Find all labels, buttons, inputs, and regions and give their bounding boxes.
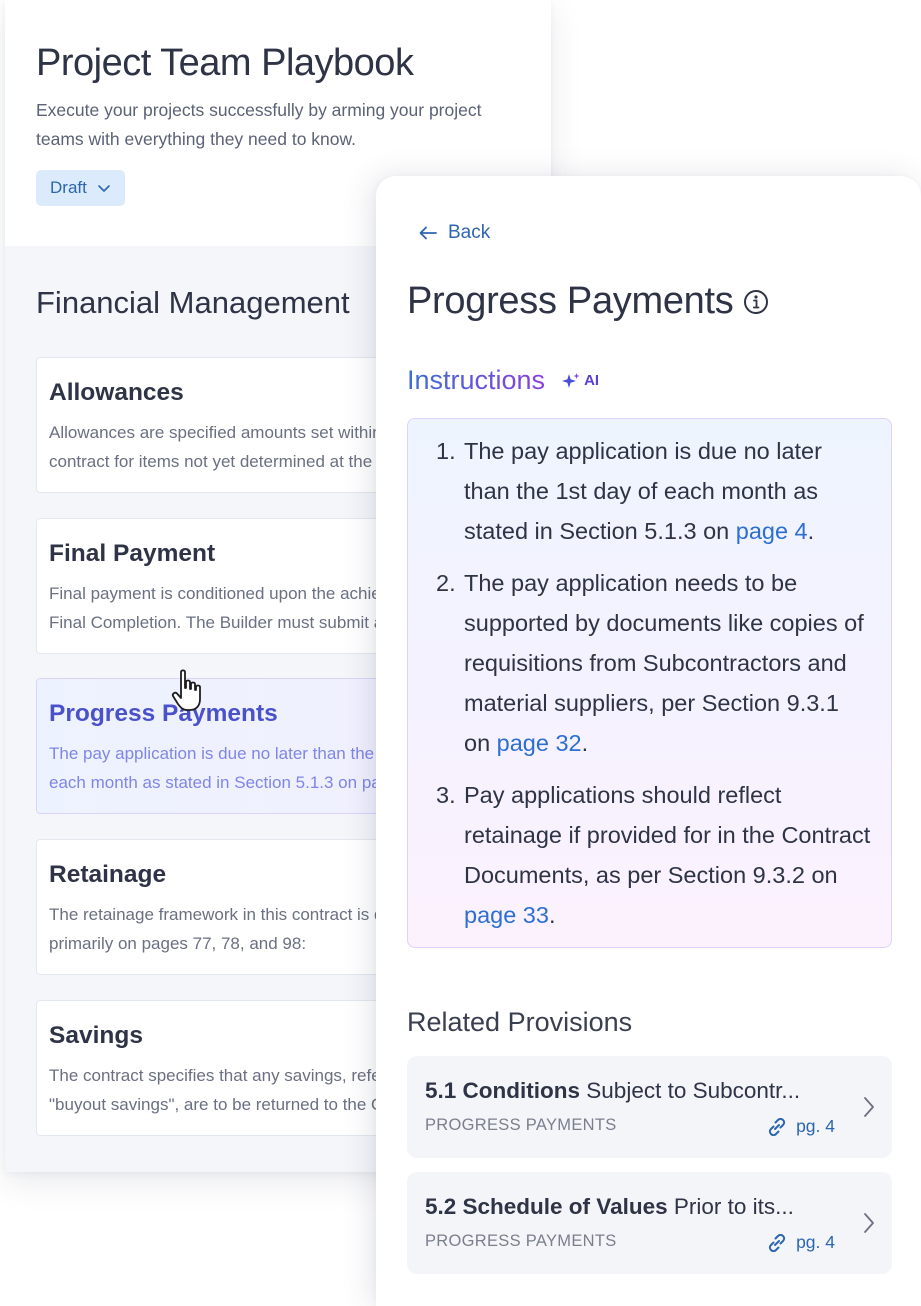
instruction-item: 3. Pay applications should reflect retai…	[436, 775, 871, 935]
instruction-text: The pay application needs to be supporte…	[464, 563, 871, 763]
instruction-body: The pay application needs to be supporte…	[464, 570, 864, 756]
provision-heading-line: 5.2 Schedule of Values Prior to its...	[425, 1192, 874, 1222]
instruction-end: .	[581, 730, 589, 756]
detail-title: Progress Payments	[407, 280, 769, 323]
instruction-number: 2.	[436, 570, 456, 596]
provision-snippet: Subject to Subcontr...	[586, 1078, 801, 1103]
page-title: Project Team Playbook	[36, 42, 414, 84]
page-link[interactable]: page 32	[497, 730, 582, 756]
related-provisions-title: Related Provisions	[407, 1007, 633, 1037]
instruction-number: 3.	[436, 782, 456, 808]
provision-heading: 5.2 Schedule of Values	[425, 1194, 668, 1219]
provision-page: pg. 4	[796, 1232, 835, 1252]
page-link[interactable]: page 4	[736, 518, 808, 544]
instruction-text: Pay applications should reflect retainag…	[464, 775, 871, 935]
provision-page: pg. 4	[796, 1116, 835, 1136]
instructions-label: Instructions	[407, 365, 546, 395]
instruction-text: The pay application is due no later than…	[464, 431, 871, 551]
status-dropdown[interactable]: Draft	[36, 170, 125, 206]
instruction-number: 1.	[436, 438, 456, 464]
status-dropdown-label: Draft	[50, 178, 87, 197]
provision-heading: 5.1 Conditions	[425, 1078, 581, 1103]
provision-item[interactable]: 5.2 Schedule of Values Prior to its... P…	[407, 1172, 892, 1274]
detail-title-text: Progress Payments	[407, 280, 734, 322]
back-button[interactable]: Back	[418, 222, 490, 244]
instruction-item: 1. The pay application is due no later t…	[436, 431, 871, 551]
provision-meta: PROGRESS PAYMENTS pg. 4	[425, 1116, 835, 1137]
instructions-box: 1. The pay application is due no later t…	[407, 418, 892, 948]
instruction-item: 2. The pay application needs to be suppo…	[436, 563, 871, 763]
provision-snippet: Prior to its...	[673, 1194, 794, 1219]
page-description: Execute your projects successfully by ar…	[36, 100, 482, 149]
sparkle-icon	[562, 372, 580, 388]
provision-page-link[interactable]: pg. 4	[766, 1116, 835, 1137]
back-arrow-icon	[419, 226, 437, 240]
provision-item[interactable]: 5.1 Conditions Subject to Subcontr... PR…	[407, 1056, 892, 1158]
hand-cursor-icon	[171, 669, 201, 711]
provision-meta: PROGRESS PAYMENTS pg. 4	[425, 1232, 835, 1253]
provision-category: PROGRESS PAYMENTS	[425, 1232, 617, 1250]
ai-badge: AI	[561, 372, 599, 390]
back-button-label: Back	[448, 222, 491, 243]
instruction-end: .	[807, 518, 815, 544]
chevron-right-icon	[864, 1097, 874, 1117]
instruction-body: Pay applications should reflect retainag…	[464, 782, 871, 888]
provision-category: PROGRESS PAYMENTS	[425, 1116, 617, 1134]
chevron-right-icon	[864, 1213, 874, 1233]
chevron-down-icon	[98, 185, 110, 192]
ai-badge-label: AI	[584, 372, 600, 389]
instructions-list: 1. The pay application is due no later t…	[436, 431, 871, 935]
instruction-end: .	[548, 902, 556, 928]
link-icon	[768, 1233, 786, 1252]
detail-panel: Back Progress Payments Instructions AI 1…	[376, 176, 921, 1306]
info-icon[interactable]	[743, 289, 769, 315]
provision-page-link[interactable]: pg. 4	[766, 1232, 835, 1253]
provision-heading-line: 5.1 Conditions Subject to Subcontr...	[425, 1076, 874, 1106]
section-title: Financial Management	[36, 285, 350, 320]
page-link[interactable]: page 33	[464, 902, 549, 928]
instructions-header: Instructions AI	[407, 365, 599, 396]
link-icon	[768, 1117, 786, 1136]
